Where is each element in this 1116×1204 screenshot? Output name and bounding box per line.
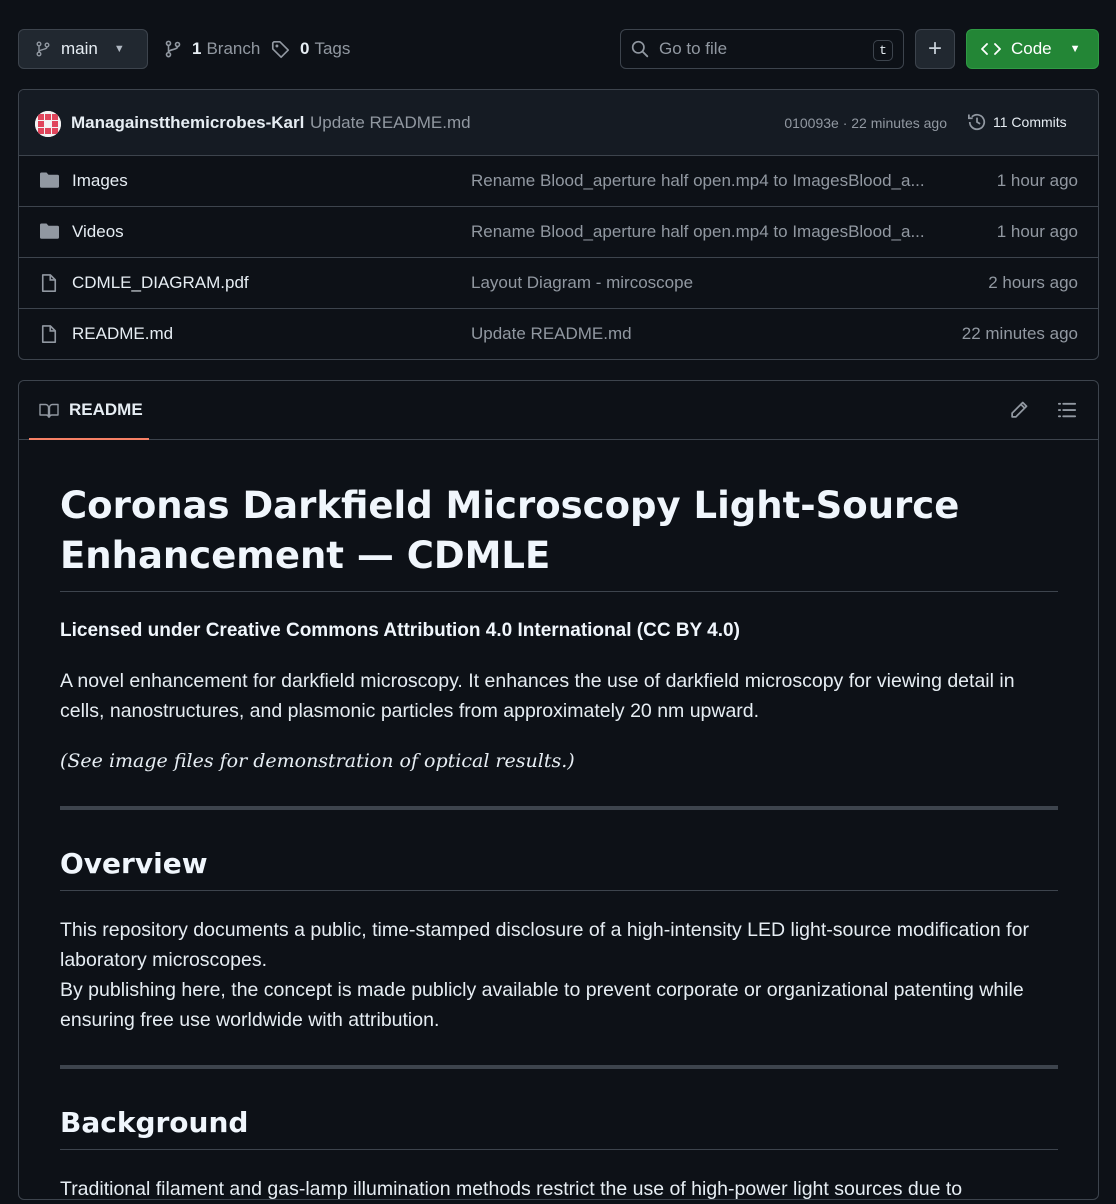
book-icon bbox=[39, 401, 59, 419]
plus-icon: + bbox=[927, 35, 942, 62]
code-label: Code bbox=[1011, 39, 1052, 58]
file-name[interactable]: README.md bbox=[72, 324, 173, 344]
go-to-file-input[interactable] bbox=[659, 39, 859, 59]
keyboard-shortcut-hint: t bbox=[873, 40, 893, 61]
go-to-file-search[interactable]: t bbox=[620, 29, 904, 69]
divider bbox=[60, 806, 1058, 810]
file-commit-message[interactable]: Layout Diagram - mircoscope bbox=[471, 273, 931, 293]
file-listing: Managainstthemicrobes-Karl Update README… bbox=[18, 89, 1099, 360]
readme-header: README bbox=[19, 381, 1098, 440]
file-name[interactable]: Images bbox=[72, 171, 128, 191]
search-icon bbox=[631, 40, 649, 58]
branch-selector-button[interactable]: main ▼ bbox=[18, 29, 148, 69]
file-commit-time: 1 hour ago bbox=[996, 171, 1078, 190]
file-commit-message[interactable]: Update README.md bbox=[471, 324, 931, 344]
license-statement: Licensed under Creative Commons Attribut… bbox=[60, 620, 740, 641]
background-paragraph: Traditional filament and gas-lamp illumi… bbox=[60, 1178, 963, 1200]
overview-heading: Overview bbox=[60, 846, 1058, 891]
file-commit-message[interactable]: Rename Blood_aperture half open.mp4 to I… bbox=[471, 171, 931, 191]
history-icon bbox=[967, 112, 987, 132]
commits-count-label: 11 Commits bbox=[993, 114, 1067, 130]
tag-icon bbox=[271, 40, 290, 59]
folder-icon bbox=[39, 171, 60, 189]
readme-panel: README Coronas Darkfield Microscopy Ligh… bbox=[18, 380, 1099, 1200]
file-commit-time: 2 hours ago bbox=[988, 273, 1078, 292]
branches-label: Branch bbox=[206, 39, 261, 58]
file-icon bbox=[39, 324, 59, 344]
overview-paragraph-2: By publishing here, the concept is made … bbox=[60, 979, 1024, 1031]
branch-icon bbox=[164, 40, 182, 58]
file-name[interactable]: Videos bbox=[72, 222, 124, 242]
latest-commit-bar: Managainstthemicrobes-Karl Update README… bbox=[19, 90, 1098, 156]
tags-link[interactable]: 0 Tags bbox=[271, 29, 350, 69]
tags-label: Tags bbox=[314, 39, 351, 58]
background-heading: Background bbox=[60, 1105, 1058, 1150]
repo-toolbar: main ▼ 1 Branch 0 Tags t + Code ▼ bbox=[18, 29, 1099, 69]
file-commit-message[interactable]: Rename Blood_aperture half open.mp4 to I… bbox=[471, 222, 931, 242]
branch-name: main bbox=[61, 39, 98, 58]
chevron-down-icon: ▼ bbox=[1069, 43, 1081, 55]
file-name[interactable]: CDMLE_DIAGRAM.pdf bbox=[72, 273, 249, 293]
add-file-button[interactable]: + bbox=[915, 29, 955, 69]
file-commit-time: 1 hour ago bbox=[996, 222, 1078, 241]
file-row: Images Rename Blood_aperture half open.m… bbox=[19, 156, 1098, 207]
tab-readme[interactable]: README bbox=[29, 381, 149, 440]
readme-tab-label: README bbox=[69, 399, 143, 419]
code-icon bbox=[981, 41, 1001, 57]
overview-paragraph-1: This repository documents a public, time… bbox=[60, 919, 1029, 971]
chevron-down-icon: ▼ bbox=[113, 43, 125, 55]
readme-content: Coronas Darkfield Microscopy Light-Sourc… bbox=[60, 481, 1058, 1204]
file-row: README.md Update README.md 22 minutes ag… bbox=[19, 309, 1098, 359]
commit-author[interactable]: Managainstthemicrobes-Karl bbox=[71, 113, 304, 133]
file-row: Videos Rename Blood_aperture half open.m… bbox=[19, 207, 1098, 258]
file-row: CDMLE_DIAGRAM.pdf Layout Diagram - mirco… bbox=[19, 258, 1098, 309]
divider bbox=[60, 1065, 1058, 1069]
file-commit-time: 22 minutes ago bbox=[961, 324, 1078, 343]
readme-title: Coronas Darkfield Microscopy Light-Sourc… bbox=[60, 481, 1058, 592]
branches-count: 1 bbox=[192, 39, 202, 58]
file-icon bbox=[39, 273, 59, 293]
commits-history-link[interactable]: 11 Commits bbox=[967, 112, 1067, 132]
avatar[interactable] bbox=[35, 111, 61, 137]
commit-hash-time[interactable]: 010093e · 22 minutes ago bbox=[784, 115, 947, 131]
commit-message[interactable]: Update README.md bbox=[310, 113, 471, 133]
folder-icon bbox=[39, 222, 60, 240]
tags-count: 0 bbox=[300, 39, 310, 58]
branches-link[interactable]: 1 Branch bbox=[164, 29, 260, 69]
list-icon[interactable] bbox=[1057, 400, 1077, 420]
code-button[interactable]: Code ▼ bbox=[966, 29, 1099, 69]
intro-paragraph: A novel enhancement for darkfield micros… bbox=[60, 670, 1015, 722]
pencil-icon[interactable] bbox=[1009, 400, 1029, 420]
branch-icon bbox=[35, 41, 51, 57]
note-paragraph: (See image files for demonstration of op… bbox=[60, 750, 575, 772]
